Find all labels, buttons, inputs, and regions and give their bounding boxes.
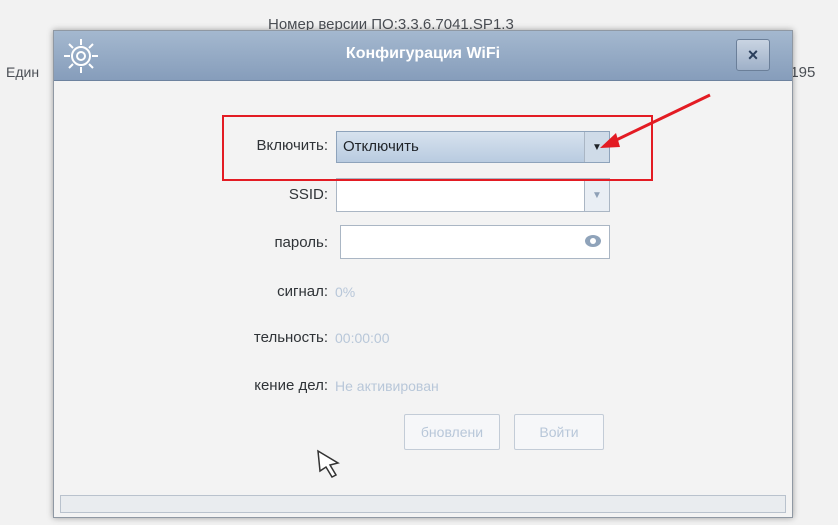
signal-label: сигнал: [277,283,328,300]
refresh-button[interactable]: бновлени [404,414,500,450]
chevron-down-icon[interactable]: ▼ [584,179,609,211]
background-partial-label: Един [6,64,40,80]
mouse-cursor-icon [317,449,340,478]
ssid-label: SSID: [288,186,328,203]
duration-value: 00:00:00 [335,330,390,346]
activation-value: Не активирован [335,378,439,394]
ssid-select[interactable]: ▼ [336,178,610,212]
password-label: пароль: [274,234,328,251]
dialog-titlebar: Конфигурация WiFi × [54,31,792,81]
password-input[interactable] [340,225,610,259]
signal-value: 0% [335,284,356,300]
eye-icon[interactable] [585,235,601,247]
dialog-title: Конфигурация WiFi [345,45,501,62]
login-button[interactable]: Войти [514,414,604,450]
activation-label: кение дел: [254,377,328,394]
status-bar [60,495,786,513]
annotation-arrow-icon [600,93,711,148]
duration-label: тельность: [253,329,328,346]
wifi-config-dialog: Конфигурация WiFi × Включить: Отключить … [53,30,793,518]
annotation-highlight-box [222,115,653,181]
close-icon[interactable]: × [736,39,770,71]
